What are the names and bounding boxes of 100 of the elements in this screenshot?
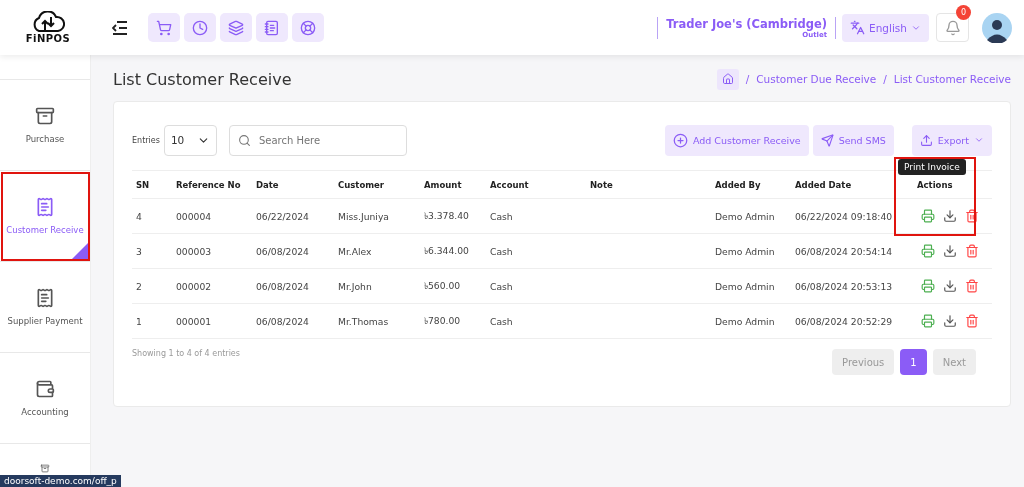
table-cell-text: Demo Admin bbox=[714, 245, 776, 257]
breadcrumb-separator: / bbox=[745, 73, 750, 85]
column-header: Account bbox=[489, 179, 530, 190]
notification-count: 0 bbox=[956, 5, 971, 20]
collapse-menu-icon[interactable] bbox=[112, 20, 128, 35]
column-header: Note bbox=[589, 179, 614, 190]
pagination-button[interactable]: 1 bbox=[900, 349, 927, 375]
receipt-icon bbox=[35, 197, 55, 217]
table-cell-text: 000003 bbox=[175, 245, 213, 257]
table-cell-text: ৳560.00 bbox=[423, 278, 462, 293]
table-cell-text: 06/08/2024 20:54:14 bbox=[794, 245, 894, 257]
translate-icon bbox=[850, 20, 866, 35]
send-icon bbox=[820, 133, 834, 147]
table-cell-text: Cash bbox=[489, 210, 514, 222]
search-field[interactable]: Search Here bbox=[228, 124, 407, 156]
table-cell-text: 06/08/2024 20:53:13 bbox=[794, 280, 894, 292]
wallet-icon bbox=[35, 379, 55, 399]
column-header: Reference No bbox=[175, 179, 242, 190]
table-cell-text: 2 bbox=[135, 280, 143, 292]
table-cell-text: Demo Admin bbox=[714, 315, 776, 327]
table-cell-text: Miss.Juniya bbox=[337, 210, 390, 222]
lifebuoy-icon bbox=[300, 19, 316, 36]
notification-button[interactable] bbox=[936, 13, 969, 42]
download-icon[interactable] bbox=[943, 314, 957, 328]
archive-box-icon bbox=[35, 106, 55, 126]
layers-button[interactable] bbox=[220, 13, 252, 42]
table-cell-text: 000002 bbox=[175, 280, 213, 292]
table-cell-text: 06/08/2024 bbox=[255, 245, 310, 257]
table-cell-text: 06/08/2024 bbox=[255, 315, 310, 327]
toolbar-button[interactable]: Export bbox=[911, 124, 992, 156]
table-cell-text: Cash bbox=[489, 280, 514, 292]
brand-name: FiNPOS bbox=[25, 33, 71, 44]
receipt-icon bbox=[35, 288, 55, 308]
table-cell-text: Demo Admin bbox=[714, 210, 776, 222]
entries-info: Showing 1 to 4 of 4 entries bbox=[132, 349, 240, 358]
trash-icon[interactable] bbox=[965, 209, 979, 223]
table-cell-text: ৳780.00 bbox=[423, 313, 462, 328]
sidebar-item[interactable]: Customer Receive bbox=[0, 170, 90, 261]
column-header: Customer bbox=[337, 179, 386, 190]
lifebuoy-button[interactable] bbox=[292, 13, 324, 42]
clock-icon bbox=[192, 19, 208, 36]
trash-icon[interactable] bbox=[965, 244, 979, 258]
table-cell-text: Cash bbox=[489, 315, 514, 327]
download-icon[interactable] bbox=[943, 279, 957, 293]
table-cell-text: 06/22/2024 bbox=[255, 210, 310, 222]
entries-label: Entries bbox=[132, 135, 160, 145]
entries-select[interactable]: 10 bbox=[163, 124, 217, 156]
search-icon bbox=[237, 133, 251, 147]
column-header: Added Date bbox=[794, 179, 853, 190]
table-cell-text: ৳3.378.40 bbox=[423, 208, 470, 223]
breadcrumb-link[interactable]: Customer Due Receive bbox=[756, 73, 877, 85]
plus-circle-icon bbox=[672, 132, 688, 148]
home-icon bbox=[721, 73, 734, 85]
language-dropdown[interactable]: English bbox=[842, 13, 929, 42]
download-icon[interactable] bbox=[943, 209, 957, 223]
trash-icon[interactable] bbox=[965, 314, 979, 328]
layers-icon bbox=[228, 19, 244, 36]
table-cell-text: 3 bbox=[135, 245, 143, 257]
printer-icon[interactable] bbox=[921, 244, 935, 258]
notes-button[interactable] bbox=[256, 13, 288, 42]
table-cell-text: Mr.Alex bbox=[337, 245, 373, 257]
table-cell-text: Mr.Thomas bbox=[337, 315, 390, 327]
table-cell-text: Cash bbox=[489, 245, 514, 257]
download-icon[interactable] bbox=[943, 244, 957, 258]
trash-icon[interactable] bbox=[965, 279, 979, 293]
cart-button[interactable] bbox=[148, 13, 180, 42]
column-header: Actions bbox=[916, 179, 954, 190]
printer-icon[interactable] bbox=[921, 279, 935, 293]
url-tooltip: doorsoft-demo.com/off_p bbox=[0, 475, 121, 487]
table-cell-text: 000001 bbox=[175, 315, 213, 327]
cloud-logo-icon bbox=[31, 11, 65, 33]
table-cell-text: 06/08/2024 20:52:29 bbox=[794, 315, 894, 327]
column-header: Date bbox=[255, 179, 280, 190]
table-cell-text: Mr.John bbox=[337, 280, 373, 292]
sidebar-item[interactable]: Supplier Payment bbox=[0, 261, 90, 352]
table-cell-text: ৳6.344.00 bbox=[423, 243, 470, 258]
table-cell-text: 000004 bbox=[175, 210, 213, 222]
cart-icon bbox=[156, 19, 172, 36]
tooltip: Print Invoice bbox=[898, 159, 966, 175]
sidebar-item[interactable]: Purchase bbox=[0, 79, 90, 170]
breadcrumb-link[interactable]: List Customer Receive bbox=[893, 73, 1011, 85]
home-button[interactable] bbox=[716, 68, 739, 90]
table-cell-text: 1 bbox=[135, 315, 143, 327]
page-title: List Customer Receive bbox=[113, 69, 292, 89]
store-name: Trader Joe's (Cambridge) bbox=[666, 16, 828, 31]
avatar[interactable] bbox=[982, 12, 1012, 43]
pagination-button[interactable]: Previous bbox=[832, 349, 895, 375]
printer-icon[interactable] bbox=[921, 209, 935, 223]
sidebar-item[interactable]: Accounting bbox=[0, 352, 90, 443]
toolbar-button[interactable]: Send SMS bbox=[812, 124, 894, 156]
column-header: SN bbox=[135, 179, 151, 190]
pagination-button[interactable]: Next bbox=[932, 349, 976, 375]
notebook-icon bbox=[264, 19, 280, 36]
printer-icon[interactable] bbox=[921, 314, 935, 328]
breadcrumb-separator: / bbox=[883, 73, 887, 85]
clock-button[interactable] bbox=[184, 13, 216, 42]
toolbar-button[interactable]: Add Customer Receive bbox=[664, 124, 809, 156]
caret-icon bbox=[973, 135, 984, 145]
table-cell-text: 4 bbox=[135, 210, 143, 222]
table-cell-text: 06/22/2024 09:18:40 bbox=[794, 210, 894, 222]
